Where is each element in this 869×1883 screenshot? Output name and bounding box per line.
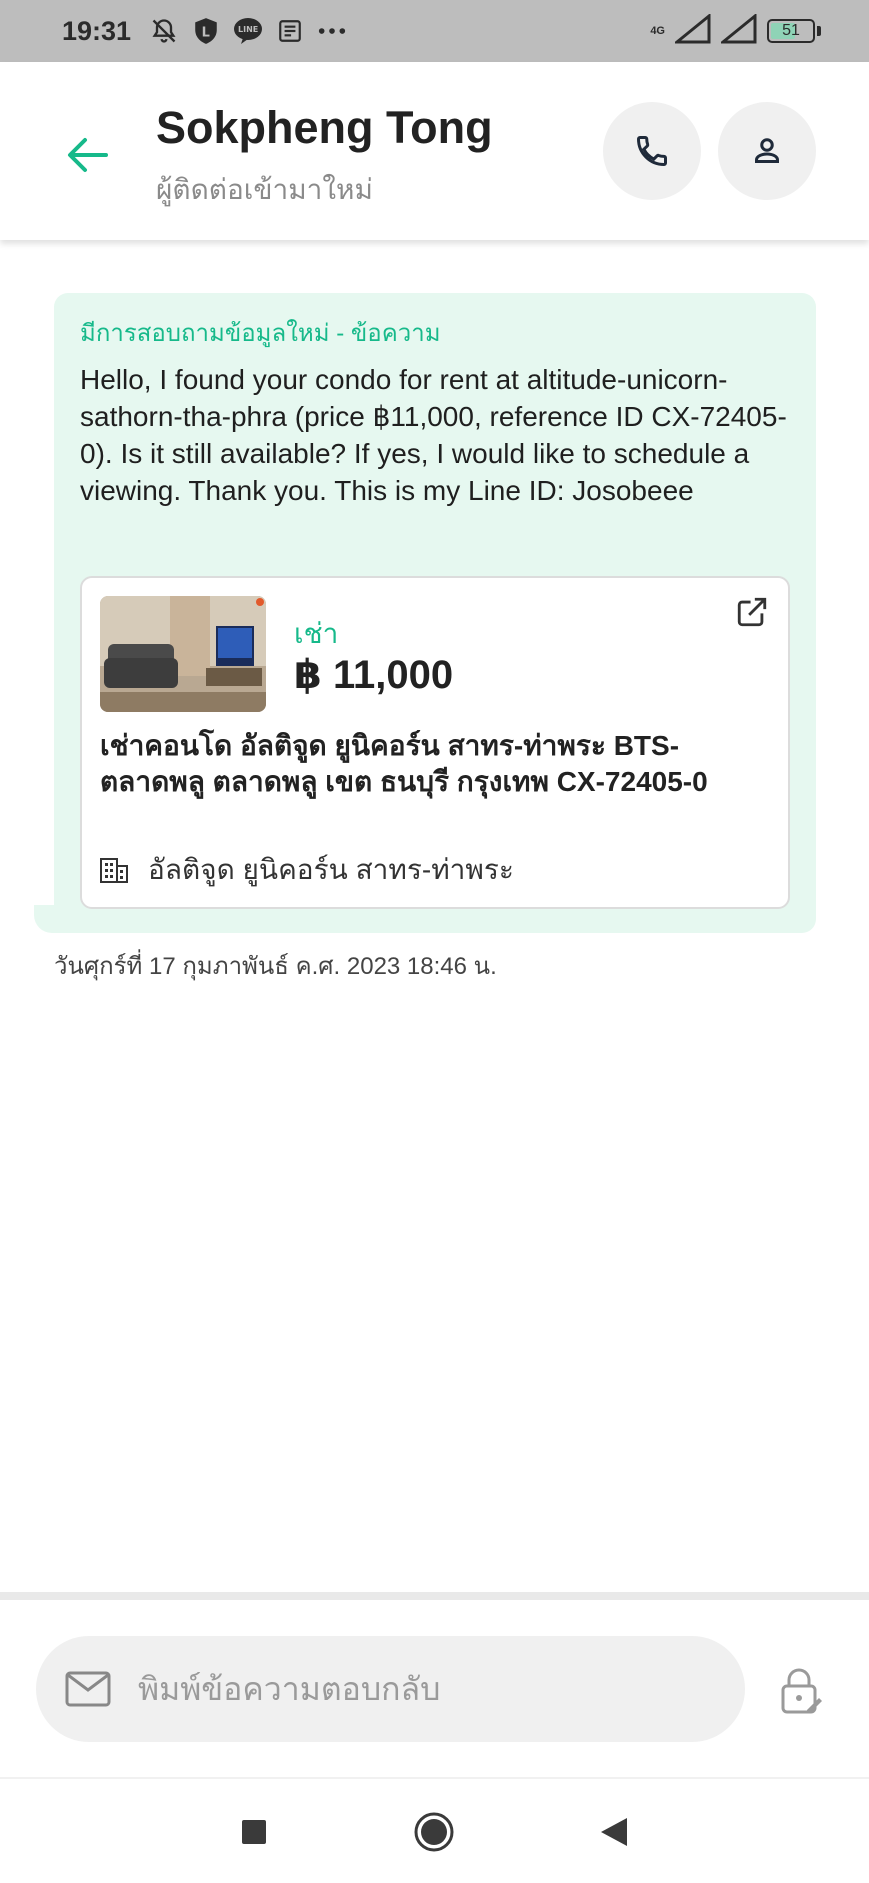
contact-profile-button[interactable] (718, 102, 816, 200)
message-label: มีการสอบถามข้อมูลใหม่ - ข้อความ (80, 320, 441, 347)
contact-name: Sokpheng Tong (156, 102, 493, 153)
contact-subtitle: ผู้ติดต่อเข้ามาใหม่ (156, 174, 373, 205)
listing-photo (100, 596, 266, 712)
square-icon (242, 1820, 266, 1844)
nav-back-button[interactable] (591, 1809, 637, 1855)
lock-edit-icon (781, 1668, 822, 1714)
network-label: 4G (650, 24, 665, 37)
status-bar: 19:31 L LINE 4G 51 (0, 0, 869, 62)
building-icon (100, 858, 128, 883)
nav-home-button[interactable] (411, 1809, 457, 1855)
listing-price: ฿ 11,000 (294, 653, 454, 697)
listing-card[interactable]: เช่า ฿ 11,000 เช่าคอนโด อัลติจูด ยูนิคอร… (80, 576, 790, 909)
message-bubble: มีการสอบถามข้อมูลใหม่ - ข้อความ Hello, I… (54, 293, 816, 933)
call-button[interactable] (603, 102, 701, 200)
reply-bar (0, 1600, 869, 1777)
status-icons-right: 4G 51 (650, 12, 821, 49)
mute-bell-icon (149, 16, 179, 46)
reply-input-container[interactable] (36, 1636, 745, 1742)
phone-icon (636, 136, 667, 167)
status-icons-left: L LINE (149, 16, 347, 46)
reply-input[interactable] (136, 1669, 745, 1709)
signal-icon (672, 12, 711, 49)
open-external-button[interactable] (732, 592, 772, 632)
message-timestamp: วันศุกร์ที่ 17 กุมภาพันธ์ ค.ศ. 2023 18:4… (54, 953, 497, 980)
reply-divider (0, 1592, 869, 1600)
more-dots-icon (317, 16, 347, 46)
mail-icon (64, 1665, 112, 1713)
line-app-icon: LINE (233, 16, 263, 46)
svg-text:LINE: LINE (238, 25, 258, 34)
back-button[interactable] (62, 130, 112, 180)
signal-icon (718, 12, 757, 49)
listing-title: เช่าคอนโด อัลติจูด ยูนิคอร์น สาทร-ท่าพระ… (100, 730, 708, 797)
circle-icon (414, 1812, 454, 1852)
status-time: 19:31 (62, 15, 132, 46)
battery-icon: 51 (767, 19, 815, 43)
listing-location: อัลติจูด ยูนิคอร์น สาทร-ท่าพระ (100, 848, 514, 892)
external-link-icon (737, 597, 767, 627)
chat-header: Sokpheng Tong ผู้ติดต่อเข้ามาใหม่ (0, 62, 869, 240)
arrow-left-icon (68, 138, 108, 172)
svg-text:L: L (202, 25, 210, 40)
triangle-back-icon (601, 1818, 627, 1846)
system-nav-bar (0, 1779, 869, 1883)
lock-edit-button[interactable] (776, 1664, 826, 1718)
listing-type: เช่า (294, 618, 339, 649)
battery-level: 51 (782, 22, 800, 39)
message-text: Hello, I found your condo for rent at al… (80, 364, 787, 506)
listing-location-text: อัลติจูด ยูนิคอร์น สาทร-ท่าพระ (148, 854, 514, 885)
news-icon (275, 16, 305, 46)
person-icon (755, 138, 779, 163)
nav-recents-button[interactable] (231, 1809, 277, 1855)
shield-icon: L (191, 16, 221, 46)
